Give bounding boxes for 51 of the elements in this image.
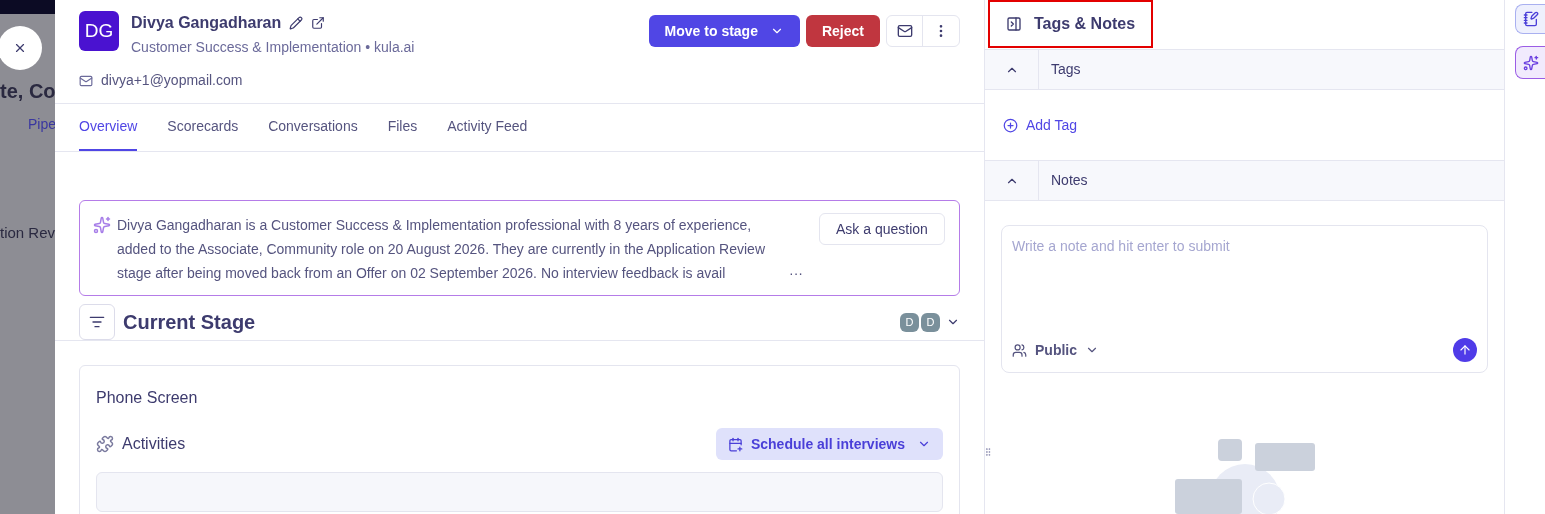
activities-label: Activities	[122, 434, 186, 454]
drag-handle-icon[interactable]	[983, 447, 993, 457]
mail-icon	[79, 73, 93, 88]
assignee-avatar: D	[900, 312, 919, 332]
tab[interactable]: Scorecards	[167, 104, 239, 151]
summary-text: Divya Gangadharan is a Customer Success & Implementation professional with 8 years of experience, added to the Associate, Community role on 20 August 2026. They are currently in the Application Review stage after being moved back from an Offer on 02 September 2026. No interview feedback is avail	[117, 216, 766, 283]
users-icon	[1012, 342, 1027, 358]
mail-icon	[896, 23, 913, 39]
plus-circle-icon	[1003, 117, 1018, 133]
candidate-name: Divya Gangadharan	[131, 13, 282, 33]
add-tag-button[interactable]: Add Tag	[1003, 114, 1078, 136]
note-input[interactable]: Write a note and hit enter to submit	[1012, 236, 1477, 338]
puzzle-icon	[96, 435, 114, 453]
avatar: DG	[79, 11, 119, 51]
calendar-icon	[727, 436, 743, 452]
assignee-avatar: D	[921, 312, 940, 332]
sparkles-icon	[93, 216, 111, 234]
ai-assistant-button[interactable]	[1515, 46, 1545, 79]
sparkles-icon	[1522, 54, 1539, 71]
tab[interactable]: Files	[387, 104, 418, 151]
arrow-up-icon	[1458, 343, 1472, 357]
tab[interactable]: Conversations	[268, 104, 358, 151]
note-editor[interactable]: Write a note and hit enter to submit Public	[1001, 225, 1488, 373]
external-link-icon[interactable]	[311, 16, 326, 30]
section-title: Current Stage	[123, 310, 256, 335]
tab[interactable]: Activity Feed	[447, 104, 528, 151]
submit-button[interactable]	[1453, 338, 1477, 362]
section-header[interactable]: Notes	[985, 160, 1504, 201]
move-to-stage-button[interactable]: Move to stage	[648, 15, 800, 47]
ask-question-button[interactable]: Ask a question	[819, 213, 945, 245]
close-button[interactable]	[0, 26, 42, 70]
collapse-panel-icon[interactable]	[1006, 16, 1022, 32]
candidate-email: divya+1@yopmail.com	[101, 71, 243, 90]
tab[interactable]: Overview	[79, 104, 138, 151]
reject-button[interactable]: Reject	[805, 15, 880, 47]
candidate-subtitle: Customer Success & Implementation • kula.ai	[131, 38, 415, 57]
more-ellipsis[interactable]: ···	[789, 261, 803, 285]
visibility-dropdown[interactable]: Public	[1012, 339, 1099, 361]
close-icon	[13, 41, 27, 55]
notebook-icon	[1522, 11, 1539, 27]
backdrop-stage: tion Rev	[0, 223, 55, 243]
edit-icon[interactable]	[289, 16, 304, 30]
schedule-interviews-button[interactable]: Schedule all interviews	[715, 428, 943, 460]
add-note-button[interactable]	[1515, 4, 1545, 34]
section-header[interactable]: Tags	[985, 49, 1504, 90]
stage-list-icon[interactable]	[79, 304, 115, 340]
panel-title: Tags & Notes	[1034, 14, 1136, 34]
stage-name: Phone Screen	[96, 388, 199, 408]
backdrop-tab-label: Pipe	[28, 115, 55, 134]
backdrop-title: te, Co	[0, 79, 55, 104]
top-bar	[0, 0, 55, 14]
